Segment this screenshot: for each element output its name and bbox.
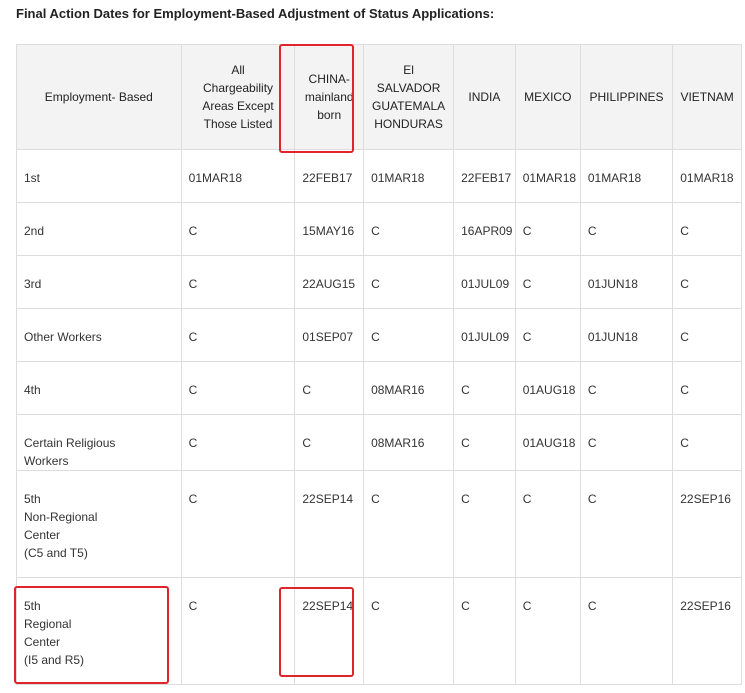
cell-india: C xyxy=(453,470,516,578)
final-action-dates-table: Employment- Based All Chargeability Area… xyxy=(16,44,742,685)
header-china-mainland: CHINA- mainland born xyxy=(294,44,365,150)
cell-china: 22SEP14 xyxy=(294,470,365,578)
cell-vietnam: C xyxy=(672,202,742,256)
cell-vietnam: 22SEP16 xyxy=(672,470,742,578)
table-row-3rd: 3rd C 22AUG15 C 01JUL09 C 01JUN18 C xyxy=(16,255,742,309)
cell-philippines: 01MAR18 xyxy=(579,149,674,203)
cell-mexico: 01MAR18 xyxy=(514,149,581,203)
table-row-4th: 4th C C 08MAR16 C 01AUG18 C C xyxy=(16,361,742,415)
cell-el-salvador: 01MAR18 xyxy=(363,149,455,203)
cell-all: C xyxy=(180,255,296,309)
cell-el-salvador: C xyxy=(363,308,455,362)
row-label: 4th xyxy=(16,361,182,415)
header-vietnam: VIETNAM xyxy=(672,44,742,150)
cell-india: C xyxy=(453,414,516,471)
row-label: 5th Non-Regional Center (C5 and T5) xyxy=(16,470,182,578)
cell-all: C xyxy=(180,470,296,578)
cell-all: C xyxy=(180,202,296,256)
cell-vietnam: 01MAR18 xyxy=(672,149,742,203)
cell-mexico: C xyxy=(514,577,581,685)
cell-india: C xyxy=(453,361,516,415)
cell-china: 22SEP14 xyxy=(294,577,365,685)
row-label: Other Workers xyxy=(16,308,182,362)
cell-mexico: C xyxy=(514,470,581,578)
cell-vietnam: C xyxy=(672,308,742,362)
cell-mexico: 01AUG18 xyxy=(514,361,581,415)
cell-all: 01MAR18 xyxy=(180,149,296,203)
row-label: 5th Regional Center (I5 and R5) xyxy=(16,577,182,685)
cell-philippines: C xyxy=(579,577,674,685)
cell-vietnam: C xyxy=(672,361,742,415)
cell-china: 22AUG15 xyxy=(294,255,365,309)
cell-vietnam: 22SEP16 xyxy=(672,577,742,685)
table-row-certain-religious-workers: Certain Religious Workers C C 08MAR16 C … xyxy=(16,414,742,471)
cell-el-salvador: C xyxy=(363,577,455,685)
cell-china: 22FEB17 xyxy=(294,149,365,203)
cell-india: 01JUL09 xyxy=(453,255,516,309)
cell-china: 15MAY16 xyxy=(294,202,365,256)
cell-philippines: C xyxy=(579,202,674,256)
header-india: INDIA xyxy=(453,44,516,150)
cell-china: 01SEP07 xyxy=(294,308,365,362)
table-row-2nd: 2nd C 15MAY16 C 16APR09 C C C xyxy=(16,202,742,256)
page-title: Final Action Dates for Employment-Based … xyxy=(16,6,495,21)
cell-el-salvador: C xyxy=(363,202,455,256)
cell-all: C xyxy=(180,308,296,362)
row-label: 3rd xyxy=(16,255,182,309)
cell-el-salvador: C xyxy=(363,255,455,309)
cell-mexico: 01AUG18 xyxy=(514,414,581,471)
cell-vietnam: C xyxy=(672,255,742,309)
cell-all: C xyxy=(180,577,296,685)
table-row-5th-regional-center: 5th Regional Center (I5 and R5) C 22SEP1… xyxy=(16,577,742,685)
row-label: 1st xyxy=(16,149,182,203)
row-label: Certain Religious Workers xyxy=(16,414,182,471)
header-row: Employment- Based All Chargeability Area… xyxy=(16,44,742,150)
cell-el-salvador: C xyxy=(363,470,455,578)
cell-philippines: C xyxy=(579,361,674,415)
cell-philippines: C xyxy=(579,470,674,578)
header-all-chargeability: All Chargeability Areas Except Those Lis… xyxy=(180,44,296,150)
cell-china: C xyxy=(294,361,365,415)
cell-philippines: 01JUN18 xyxy=(579,255,674,309)
header-employment-based: Employment- Based xyxy=(16,44,182,150)
cell-india: 22FEB17 xyxy=(453,149,516,203)
cell-vietnam: C xyxy=(672,414,742,471)
cell-india: 16APR09 xyxy=(453,202,516,256)
cell-all: C xyxy=(180,414,296,471)
cell-india: C xyxy=(453,577,516,685)
cell-mexico: C xyxy=(514,255,581,309)
cell-philippines: C xyxy=(579,414,674,471)
table-row-5th-non-regional-center: 5th Non-Regional Center (C5 and T5) C 22… xyxy=(16,470,742,578)
header-philippines: PHILIPPINES xyxy=(579,44,674,150)
cell-mexico: C xyxy=(514,308,581,362)
cell-all: C xyxy=(180,361,296,415)
cell-philippines: 01JUN18 xyxy=(579,308,674,362)
table-row-other-workers: Other Workers C 01SEP07 C 01JUL09 C 01JU… xyxy=(16,308,742,362)
cell-mexico: C xyxy=(514,202,581,256)
cell-el-salvador: 08MAR16 xyxy=(363,414,455,471)
header-el-salvador-guatemala-honduras: El SALVADOR GUATEMALA HONDURAS xyxy=(363,44,455,150)
cell-india: 01JUL09 xyxy=(453,308,516,362)
row-label: 2nd xyxy=(16,202,182,256)
header-mexico: MEXICO xyxy=(514,44,581,150)
cell-china: C xyxy=(294,414,365,471)
table-row-1st: 1st 01MAR18 22FEB17 01MAR18 22FEB17 01MA… xyxy=(16,149,742,203)
cell-el-salvador: 08MAR16 xyxy=(363,361,455,415)
